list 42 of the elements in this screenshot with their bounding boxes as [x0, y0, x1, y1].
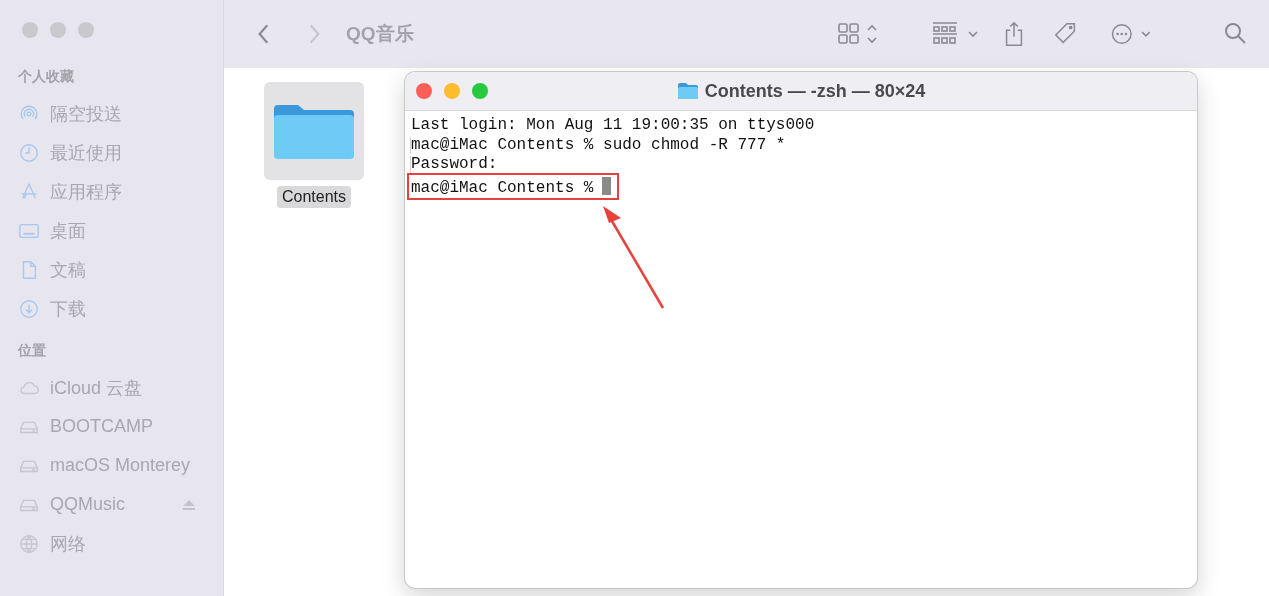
sidebar-item[interactable]: 下载: [18, 289, 223, 328]
minimize-button[interactable]: [50, 22, 66, 38]
terminal-line: mac@iMac Contents % sudo chmod -R 777 *: [411, 135, 790, 155]
sidebar-item[interactable]: 网络: [18, 524, 223, 563]
terminal-line: mac@iMac Contents %: [411, 178, 594, 197]
folder-icon: [676, 82, 699, 100]
sidebar-item[interactable]: 隔空投送: [18, 94, 223, 133]
sidebar-item[interactable]: 应用程序: [18, 172, 223, 211]
sidebar-label: iCloud 云盘: [50, 376, 143, 400]
sidebar-label: 桌面: [50, 219, 86, 243]
globe-icon: [18, 532, 40, 555]
sidebar-heading: 个人收藏: [18, 68, 75, 86]
zoom-button[interactable]: [472, 83, 488, 99]
sidebar-item[interactable]: BOOTCAMP: [18, 407, 223, 446]
folder-icon[interactable]: [264, 82, 364, 180]
sidebar-item[interactable]: 最近使用: [18, 133, 223, 172]
window-title: QQ音乐: [346, 22, 414, 46]
sidebar-label: 网络: [50, 532, 86, 556]
sidebar-label: 隔空投送: [50, 102, 122, 126]
sidebar-label: 文稿: [50, 258, 86, 282]
close-button[interactable]: [22, 22, 38, 38]
sidebar-label: 应用程序: [50, 180, 122, 204]
sidebar-heading: 位置: [18, 342, 47, 360]
sidebar-item[interactable]: iCloud 云盘: [18, 368, 223, 407]
window-title: Contents — -zsh — 80×24: [704, 80, 926, 102]
close-button[interactable]: [416, 83, 432, 99]
sidebar-label: QQMusic: [50, 494, 125, 515]
zoom-button[interactable]: [78, 22, 94, 38]
minimize-button[interactable]: [444, 83, 460, 99]
sidebar-item[interactable]: QQMusic: [18, 485, 223, 524]
sidebar-label: 下载: [50, 297, 86, 321]
sidebar-item[interactable]: 桌面: [18, 211, 223, 250]
sidebar-item[interactable]: 文稿: [18, 250, 223, 289]
sidebar-label: 最近使用: [50, 141, 122, 165]
download-icon: [18, 297, 40, 320]
terminal-line: Last login: Mon Aug 11 19:00:35 on ttys000: [411, 116, 816, 136]
clock-icon: [18, 141, 40, 164]
file-name[interactable]: Contents: [276, 186, 351, 208]
sidebar-label: macOS Monterey: [50, 455, 191, 476]
sidebar-label: BOOTCAMP: [50, 416, 153, 437]
terminal-line: Password:: [411, 155, 502, 175]
sidebar-item[interactable]: macOS Monterey: [18, 446, 223, 485]
